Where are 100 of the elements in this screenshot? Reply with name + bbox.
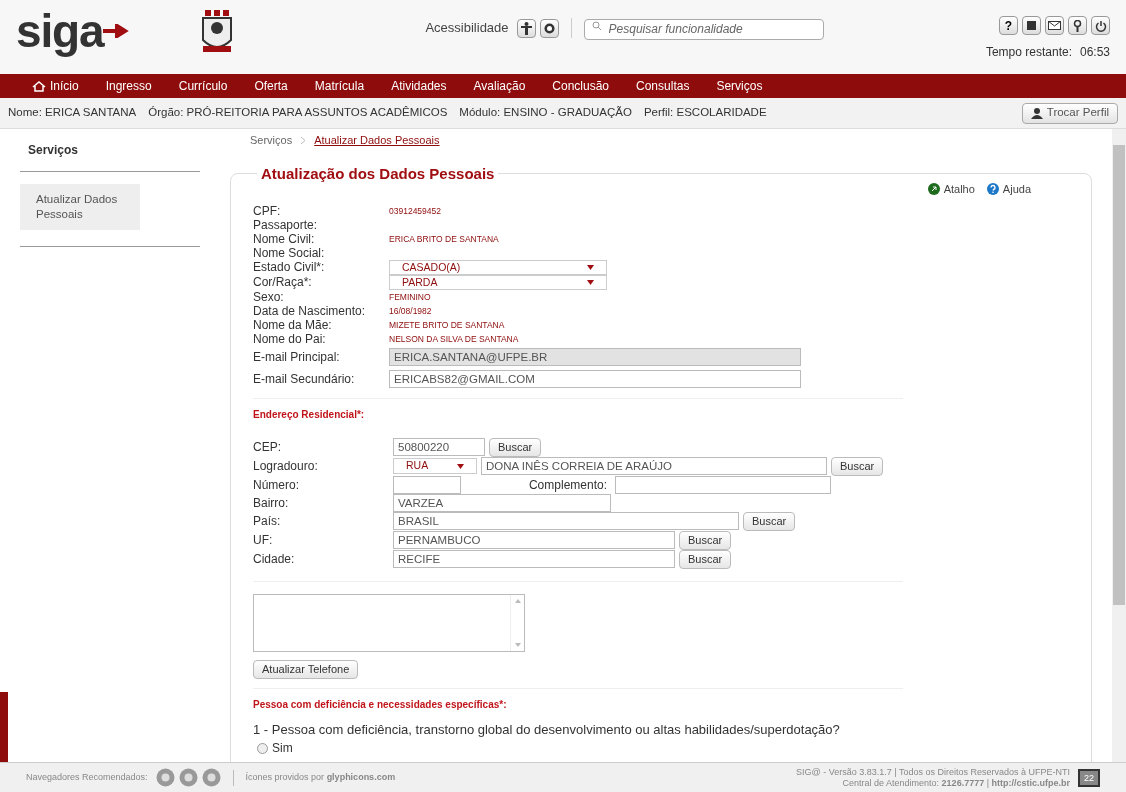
search-button[interactable]: Buscar (679, 530, 732, 550)
shortcut-link[interactable]: Atalho (927, 181, 975, 198)
nav-item[interactable]: Atividades (391, 77, 447, 95)
user-info: Órgão: PRÓ-REITORIA PARA ASSUNTOS ACADÊMICOS (148, 105, 448, 121)
browser-icon[interactable] (155, 768, 175, 787)
user-info: Nome: ERICA SANTANA (8, 105, 137, 121)
field-label: Bairro: (253, 494, 290, 512)
user-icon (1030, 107, 1043, 119)
nav-item[interactable]: Matrícula (314, 77, 365, 95)
input-field[interactable]: DONA INÊS CORREIA DE ARAÚJO (481, 457, 827, 475)
search-button[interactable]: Buscar (743, 511, 796, 531)
field-label: Cidade: (253, 551, 296, 568)
field-value: FEMININO (389, 290, 431, 304)
section-title: Pessoa com deficiência e necessidades específicas*: (253, 697, 508, 712)
input-field[interactable]: PERNAMBUCO (393, 531, 675, 549)
nav-item[interactable]: Ingresso (105, 77, 152, 95)
field-label: Nome do Pai: (253, 331, 327, 346)
help-icon (986, 183, 999, 196)
field-label: CPF: (253, 203, 282, 218)
nav-item[interactable]: Consultas (636, 77, 690, 95)
scrollbar-thumb[interactable] (1113, 145, 1125, 605)
input-field[interactable]: 50800220 (393, 438, 485, 456)
mail-icon[interactable] (1045, 16, 1064, 35)
home-icon (32, 80, 46, 92)
input-field[interactable] (393, 475, 461, 494)
sidebar-item[interactable]: Atualizar Dados Pessoais (20, 184, 140, 230)
field-label: Complemento: (527, 476, 608, 494)
power-icon[interactable] (1091, 16, 1110, 35)
breadcrumb-link[interactable]: Atualizar Dados Pessoais (314, 132, 440, 149)
field-label: Passaporte: (253, 217, 319, 232)
nav-item[interactable]: Início (32, 77, 79, 95)
contrast-icon[interactable] (539, 18, 559, 38)
chevron-icon (300, 135, 307, 145)
caret-icon (457, 463, 464, 469)
field-value: NELSON DA SILVA DE SANTANA (389, 332, 519, 346)
field-label: Cor/Raça*: (253, 275, 313, 289)
field-label: Nome Civil: (253, 231, 315, 246)
form-title: Atualização dos Dados Pessoais (260, 163, 496, 184)
browser-icon[interactable] (201, 768, 221, 787)
nav-item[interactable]: Serviços (716, 77, 763, 95)
field-label: UF: (253, 532, 274, 549)
search-icon (591, 21, 602, 31)
user-info: Perfil: ESCOLARIDADE (643, 105, 767, 121)
monitor-icon[interactable]: 22 (1078, 768, 1100, 787)
help-icon[interactable]: ? (999, 16, 1018, 35)
nav-item[interactable]: Currículo (178, 77, 228, 95)
field-label: Nome Social: (253, 245, 326, 260)
field-value: 16/08/1982 (389, 304, 432, 318)
search-field[interactable]: Pesquisar funcionalidade (583, 18, 824, 40)
field-label: Sexo: (253, 289, 285, 304)
version-text: SIG@ - Versão 3.83.1.7 | Todos os Direitos Reservados à UFPE-NTI (796, 766, 1070, 778)
field-label: País: (253, 513, 282, 530)
caret-icon (587, 279, 594, 285)
update-phone-button[interactable]: Atualizar Telefone (253, 659, 359, 679)
search-button[interactable]: Buscar (679, 549, 732, 569)
field-label: E-mail Principal: (253, 349, 341, 364)
contact-text: Central de Atendimento: 2126.7777 | http://cstic.ufpe.br (842, 777, 1070, 789)
field-label: Logradouro: (253, 458, 319, 475)
browser-icon[interactable] (178, 768, 198, 787)
time-value: 06:53 (1079, 44, 1110, 61)
credits-text: Ícones providos por glyphicons.com (245, 770, 396, 784)
user-info: Módulo: ENSINO - GRADUAÇÃO (459, 105, 632, 121)
input-field[interactable]: VARZEA (393, 493, 611, 512)
sidebar-title: Serviços (20, 141, 200, 172)
input-field[interactable]: BRASIL (393, 512, 739, 530)
up-arrow-icon (514, 598, 521, 603)
search-button[interactable]: Buscar (489, 437, 542, 457)
dropdown[interactable]: CASADO(A) (389, 259, 607, 275)
phone-textarea[interactable] (253, 593, 525, 652)
dropdown[interactable]: RUA (393, 458, 477, 474)
scrollbar[interactable] (510, 594, 524, 651)
person-icon[interactable] (516, 18, 536, 38)
input-field[interactable]: RECIFE (393, 550, 675, 568)
help-link[interactable]: Ajuda (986, 181, 1031, 198)
field-label: CEP: (253, 439, 282, 456)
nav-item[interactable]: Avaliação (473, 77, 526, 95)
field-value: ERICA BRITO DE SANTANA (389, 232, 499, 246)
breadcrumb-item[interactable]: Serviços (250, 132, 293, 149)
arrow-icon (103, 24, 130, 38)
field-label: Estado Civil*: (253, 260, 326, 274)
field-label: Número: (253, 476, 300, 494)
browsers-label: Navegadores Recomendados: (26, 770, 148, 784)
switch-profile-button[interactable]: Trocar Perfil (1021, 102, 1118, 124)
search-button[interactable]: Buscar (831, 456, 884, 476)
field-label: Nome da Mãe: (253, 317, 333, 332)
nav-item[interactable]: Conclusão (552, 77, 610, 95)
scrollbar[interactable] (1112, 129, 1126, 762)
field-label: Data de Nascimento: (253, 303, 367, 318)
caret-icon (587, 264, 594, 270)
radio-button[interactable] (257, 742, 268, 754)
field-value: 03912459452 (389, 204, 441, 218)
nav-item[interactable]: Oferta (254, 77, 288, 95)
key-icon[interactable] (1068, 16, 1087, 35)
option-label: Sim (272, 740, 293, 757)
field-value: MIZETE BRITO DE SANTANA (389, 318, 505, 332)
input-field[interactable]: ERICABS82@GMAIL.COM (389, 369, 801, 388)
input-field[interactable] (615, 475, 831, 494)
accessibility-label: Acessibilidade (425, 19, 509, 38)
section-title: Endereço Residencial*: (253, 407, 366, 422)
edge-decoration (0, 692, 8, 762)
